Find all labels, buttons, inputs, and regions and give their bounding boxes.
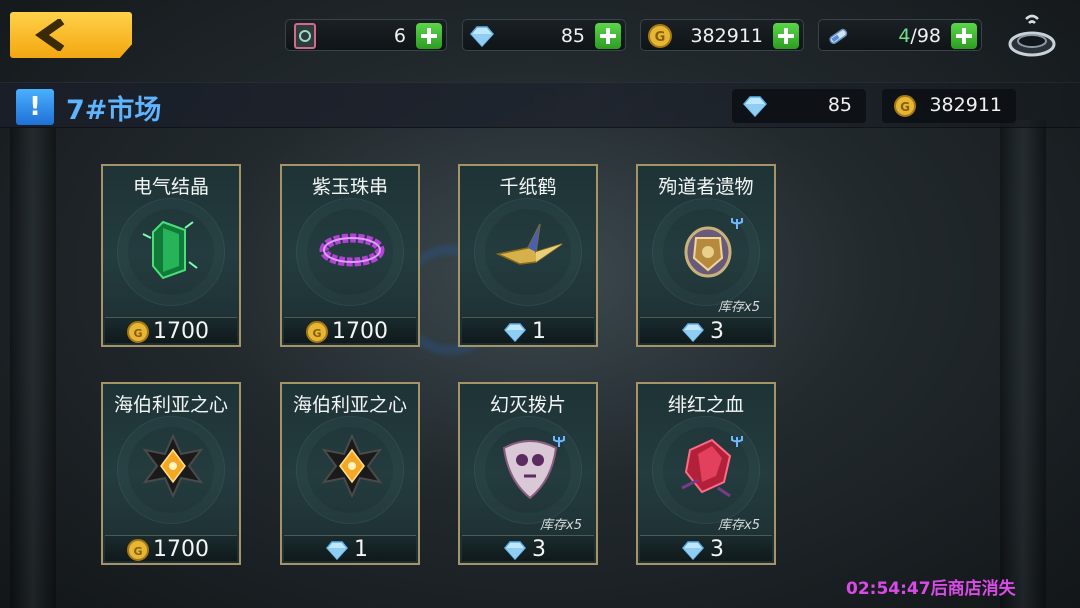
shop-item-card[interactable]: 千纸鹤 1	[458, 164, 598, 347]
item-price: 1700	[153, 537, 209, 562]
gold-coin-icon: G	[648, 24, 672, 48]
item-stock: 库存x5	[718, 300, 760, 315]
gem-icon	[742, 96, 768, 118]
title-gold-count: 382911	[929, 94, 1002, 116]
gold-coin-icon: G	[127, 539, 149, 561]
gold-count: 382911	[690, 25, 763, 47]
item-name: 千纸鹤	[499, 176, 557, 198]
gem-icon	[504, 541, 526, 561]
item-name: 海伯利亚之心	[292, 394, 407, 416]
price-row: 3	[462, 535, 594, 562]
item-name: 电气结晶	[132, 176, 209, 198]
price-row: G 1700	[105, 317, 237, 344]
star-gem-icon	[142, 433, 204, 499]
item-name: 殉道者遗物	[658, 176, 754, 198]
price-row: 3	[640, 535, 772, 562]
title-gold-counter: G 382911	[882, 89, 1016, 123]
item-price: 1700	[153, 319, 209, 344]
svg-text:G: G	[655, 30, 666, 45]
add-tickets-button[interactable]	[416, 23, 442, 49]
shop-item-card[interactable]: 绯红之血 库存x5 3	[636, 382, 776, 565]
background-pillar	[10, 120, 56, 608]
gem-counter: 85	[462, 19, 626, 51]
shop-timer: 02:54:47后商店消失	[846, 579, 1016, 599]
price-row: G 1700	[105, 535, 237, 562]
add-gold-button[interactable]	[773, 23, 799, 49]
price-row: G 1700	[284, 317, 416, 344]
background-pillar	[1000, 120, 1046, 608]
item-name: 海伯利亚之心	[113, 394, 228, 416]
exclamation-icon: !	[16, 89, 54, 125]
gem-icon	[504, 323, 526, 343]
shop-item-card[interactable]: 海伯利亚之心 1	[280, 382, 420, 565]
ticket-count: 6	[393, 25, 406, 47]
ticket-counter: 6	[285, 19, 447, 51]
item-stock: 库存x5	[718, 518, 760, 533]
item-price: 1	[354, 537, 368, 562]
item-price: 3	[710, 537, 724, 562]
svg-text:G: G	[312, 327, 321, 340]
shop-item-card[interactable]: 海伯利亚之心 G 1700	[101, 382, 241, 565]
skull-pick-icon	[502, 440, 558, 500]
item-price: 1700	[332, 319, 388, 344]
stamina-counter: 4/98	[818, 19, 982, 51]
svg-text:G: G	[133, 545, 142, 558]
item-stock: 库存x5	[540, 518, 582, 533]
svg-text:G: G	[900, 100, 910, 114]
gold-coin-icon: G	[306, 321, 328, 343]
communicator-icon	[1008, 14, 1056, 57]
price-row: 1	[284, 535, 416, 562]
gold-counter: G 382911	[640, 19, 804, 51]
item-name: 紫玉珠串	[311, 176, 388, 198]
item-price: 3	[532, 537, 546, 562]
page-title: 7#市场	[66, 95, 162, 126]
shop-item-card[interactable]: 紫玉珠串 G 1700	[280, 164, 420, 347]
price-row: 3	[640, 317, 772, 344]
shop-item-card[interactable]: 幻灭拨片 库存x5 3	[458, 382, 598, 565]
title-gem-count: 85	[827, 94, 852, 116]
paper-crane-icon	[495, 223, 563, 265]
bead-bracelet-icon	[319, 233, 385, 267]
chevron-left-icon	[35, 19, 65, 51]
relic-ring-icon	[684, 226, 732, 278]
back-button[interactable]	[10, 12, 132, 58]
add-stamina-button[interactable]	[951, 23, 977, 49]
gem-icon	[682, 323, 704, 343]
communicator-button[interactable]	[1004, 10, 1060, 60]
item-name: 幻灭拨片	[489, 394, 566, 416]
price-row: 1	[462, 317, 594, 344]
item-price: 1	[532, 319, 546, 344]
gold-coin-icon: G	[127, 321, 149, 343]
ticket-card-icon	[294, 23, 316, 49]
stamina-count: 4/98	[898, 25, 941, 47]
add-gems-button[interactable]	[595, 23, 621, 49]
star-gem-icon	[321, 433, 383, 499]
item-name: 绯红之血	[667, 394, 744, 416]
gem-icon	[469, 26, 495, 48]
red-crystal-icon	[681, 438, 732, 498]
svg-text:G: G	[133, 327, 142, 340]
shop-item-card[interactable]: 殉道者遗物 库存x5 3	[636, 164, 776, 347]
gem-icon	[682, 541, 704, 561]
gem-count: 85	[560, 25, 585, 47]
title-gem-counter: 85	[732, 89, 866, 123]
shop-item-card[interactable]: 电气结晶 G 1700	[101, 164, 241, 347]
gold-coin-icon: G	[894, 95, 916, 117]
gem-icon	[326, 541, 348, 561]
green-crystal-icon	[142, 220, 198, 280]
syringe-icon	[829, 28, 848, 45]
item-price: 3	[710, 319, 724, 344]
